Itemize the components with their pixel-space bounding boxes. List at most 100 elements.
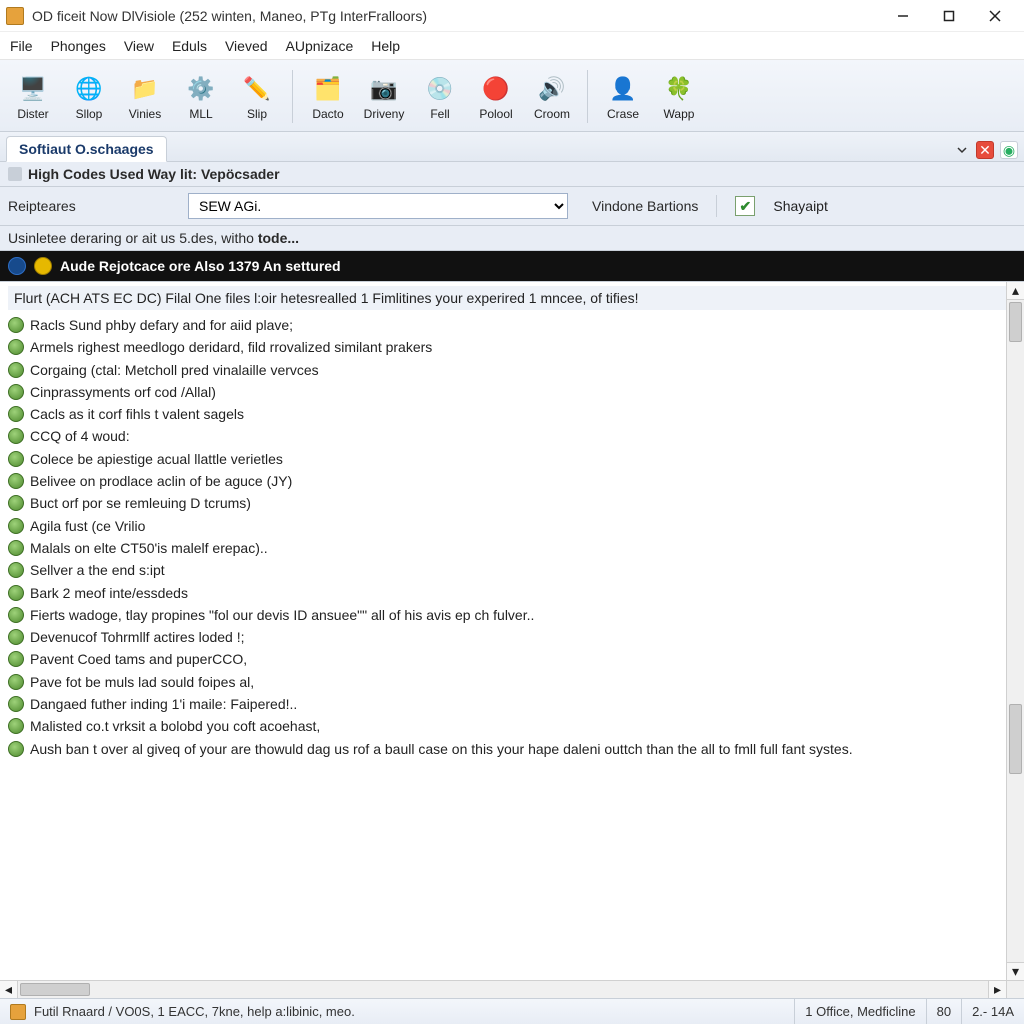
scroll-right-icon[interactable]: ▸ bbox=[988, 981, 1006, 998]
app-icon bbox=[6, 7, 24, 25]
content-headline: Flurt (ACH ATS EC DC) Filal One files l:… bbox=[8, 286, 1016, 310]
list-item[interactable]: Pave fot be muls lad sould foipes al, bbox=[8, 671, 1016, 693]
item-text: Armels righest meedlogo deridard, fild r… bbox=[30, 337, 432, 357]
menu-bar: File Phonges View Eduls Vieved AUpnizace Help bbox=[0, 32, 1024, 60]
item-text: Fierts wadoge, tlay propines "fol our de… bbox=[30, 605, 534, 625]
item-icon bbox=[8, 741, 24, 757]
list-item[interactable]: Cinprassyments orf cod /Allal) bbox=[8, 381, 1016, 403]
toolbar-wapp[interactable]: 🍀Wapp bbox=[652, 64, 706, 129]
item-icon bbox=[8, 696, 24, 712]
list-item[interactable]: Malisted co.t vrksit a bolobd you coft a… bbox=[8, 715, 1016, 737]
toolbar-label: Sllop bbox=[76, 107, 103, 121]
item-icon bbox=[8, 451, 24, 467]
scroll-up-icon[interactable]: ▴ bbox=[1007, 282, 1024, 300]
item-text: Dangaed futher inding 1'i maile: Faipere… bbox=[30, 694, 297, 714]
item-text: Malals on elte CT50'is malelf erepac).. bbox=[30, 538, 268, 558]
item-text: Corgaing (ctal: Metcholl pred vinalaille… bbox=[30, 360, 319, 380]
subheader-text: High Codes Used Way lit: Vepöcsader bbox=[28, 166, 280, 182]
status-line: Usinletee deraring or ait us 5.des, with… bbox=[0, 226, 1024, 251]
filter-separator bbox=[716, 195, 717, 217]
toolbar-icon: ⚙️ bbox=[185, 73, 217, 105]
menu-vieved[interactable]: Vieved bbox=[225, 38, 268, 54]
list-item[interactable]: Corgaing (ctal: Metcholl pred vinalaille… bbox=[8, 359, 1016, 381]
statusbar-main: Futil Rnaard / VO0S, 1 EACC, 7kne, help … bbox=[0, 999, 795, 1024]
tab-label: Softiaut O.schaages bbox=[19, 141, 154, 157]
menu-view[interactable]: View bbox=[124, 38, 154, 54]
item-text: Cacls as it corf fihls t valent sagels bbox=[30, 404, 244, 424]
menu-file[interactable]: File bbox=[10, 38, 33, 54]
toolbar-polool[interactable]: 🔴 Polool bbox=[469, 64, 523, 129]
list-item[interactable]: Aush ban t over al giveq of your are tho… bbox=[8, 738, 1016, 760]
list-item[interactable]: Cacls as it corf fihls t valent sagels bbox=[8, 403, 1016, 425]
toolbar-crase[interactable]: 👤Crase bbox=[596, 64, 650, 129]
scroll-corner bbox=[1006, 980, 1024, 998]
vscroll-track[interactable] bbox=[1007, 300, 1024, 962]
statusbar-icon bbox=[10, 1004, 26, 1020]
list-item[interactable]: Belivee on prodlace aclin of be aguce (J… bbox=[8, 470, 1016, 492]
menu-help[interactable]: Help bbox=[371, 38, 400, 54]
item-text: Racls Sund phby defary and for aiid plav… bbox=[30, 315, 293, 335]
warning-icon bbox=[34, 257, 52, 275]
toolbar-sllop[interactable]: 🌐Sllop bbox=[62, 64, 116, 129]
item-text: CCQ of 4 woud: bbox=[30, 426, 130, 446]
list-item[interactable]: Armels righest meedlogo deridard, fild r… bbox=[8, 336, 1016, 358]
toolbar-dacto[interactable]: 🗂️Dacto bbox=[301, 64, 355, 129]
menu-phonges[interactable]: Phonges bbox=[51, 38, 106, 54]
close-tab-icon[interactable]: ✕ bbox=[976, 141, 994, 159]
tab-active[interactable]: Softiaut O.schaages bbox=[6, 136, 167, 162]
scroll-left-icon[interactable]: ◂ bbox=[0, 981, 18, 998]
status-line-bold: tode... bbox=[258, 230, 299, 246]
maximize-button[interactable] bbox=[926, 0, 972, 32]
list-item[interactable]: Agila fust (ce Vrilio bbox=[8, 515, 1016, 537]
tab-dropdown-icon[interactable] bbox=[956, 143, 970, 157]
globe-icon[interactable]: ◉ bbox=[1000, 141, 1018, 159]
item-text: Pavent Coed tams and puperCCO, bbox=[30, 649, 247, 669]
vscroll-thumb-lower[interactable] bbox=[1009, 704, 1022, 774]
close-button[interactable] bbox=[972, 0, 1018, 32]
toolbar-mll[interactable]: ⚙️MLL bbox=[174, 64, 228, 129]
item-icon bbox=[8, 518, 24, 534]
toolbar-icon: ✏️ bbox=[241, 73, 273, 105]
status-bar: Futil Rnaard / VO0S, 1 EACC, 7kne, help … bbox=[0, 998, 1024, 1024]
toolbar-vinies[interactable]: 📁Vinies bbox=[118, 64, 172, 129]
hscroll-track[interactable] bbox=[18, 981, 988, 998]
toolbar-separator bbox=[587, 70, 588, 123]
toolbar-slip[interactable]: ✏️Slip bbox=[230, 64, 284, 129]
list-item[interactable]: Bark 2 meof inte/essdeds bbox=[8, 582, 1016, 604]
list-item[interactable]: Pavent Coed tams and puperCCO, bbox=[8, 648, 1016, 670]
toolbar-dister[interactable]: 🖥️Dister bbox=[6, 64, 60, 129]
toolbar-driveny[interactable]: 📷Driveny bbox=[357, 64, 411, 129]
toolbar-icon: 🔴 bbox=[480, 73, 512, 105]
tab-strip: Softiaut O.schaages ✕ ◉ bbox=[0, 132, 1024, 162]
statusbar-seg2: 1 Office, Medficline bbox=[795, 999, 926, 1024]
filter-checkbox[interactable]: ✔ bbox=[735, 196, 755, 216]
hscroll-thumb[interactable] bbox=[20, 983, 90, 996]
vertical-scrollbar[interactable]: ▴ ▾ bbox=[1006, 282, 1024, 980]
list-item[interactable]: Buct orf por se remleuing D tcrums) bbox=[8, 492, 1016, 514]
toolbar-label: Polool bbox=[479, 107, 512, 121]
list-item[interactable]: Racls Sund phby defary and for aiid plav… bbox=[8, 314, 1016, 336]
toolbar-fell[interactable]: 💿Fell bbox=[413, 64, 467, 129]
item-icon bbox=[8, 585, 24, 601]
menu-eduls[interactable]: Eduls bbox=[172, 38, 207, 54]
item-icon bbox=[8, 629, 24, 645]
list-item[interactable]: Sellver a the end s:ipt bbox=[8, 559, 1016, 581]
item-text: Devenucof Tohrmllf actires loded !; bbox=[30, 627, 245, 647]
minimize-button[interactable] bbox=[880, 0, 926, 32]
scroll-down-icon[interactable]: ▾ bbox=[1007, 962, 1024, 980]
item-text: Cinprassyments orf cod /Allal) bbox=[30, 382, 216, 402]
title-bar: OD ficeit Now DlVisiole (252 winten, Man… bbox=[0, 0, 1024, 32]
list-item[interactable]: Dangaed futher inding 1'i maile: Faipere… bbox=[8, 693, 1016, 715]
horizontal-scrollbar[interactable]: ◂ ▸ bbox=[0, 980, 1006, 998]
list-item[interactable]: Malals on elte CT50'is malelf erepac).. bbox=[8, 537, 1016, 559]
toolbar-croom[interactable]: 🔊Croom bbox=[525, 64, 579, 129]
filter-select[interactable]: SEW AGi. bbox=[188, 193, 568, 219]
content-scroll[interactable]: Flurt (ACH ATS EC DC) Filal One files l:… bbox=[0, 282, 1024, 998]
list-item[interactable]: Devenucof Tohrmllf actires loded !; bbox=[8, 626, 1016, 648]
list-item[interactable]: Colece be apiestige acual llattle veriet… bbox=[8, 448, 1016, 470]
menu-aupnizace[interactable]: AUpnizace bbox=[286, 38, 354, 54]
list-item[interactable]: CCQ of 4 woud: bbox=[8, 425, 1016, 447]
list-item[interactable]: Fierts wadoge, tlay propines "fol our de… bbox=[8, 604, 1016, 626]
toolbar-label: Croom bbox=[534, 107, 570, 121]
vscroll-thumb[interactable] bbox=[1009, 302, 1022, 342]
